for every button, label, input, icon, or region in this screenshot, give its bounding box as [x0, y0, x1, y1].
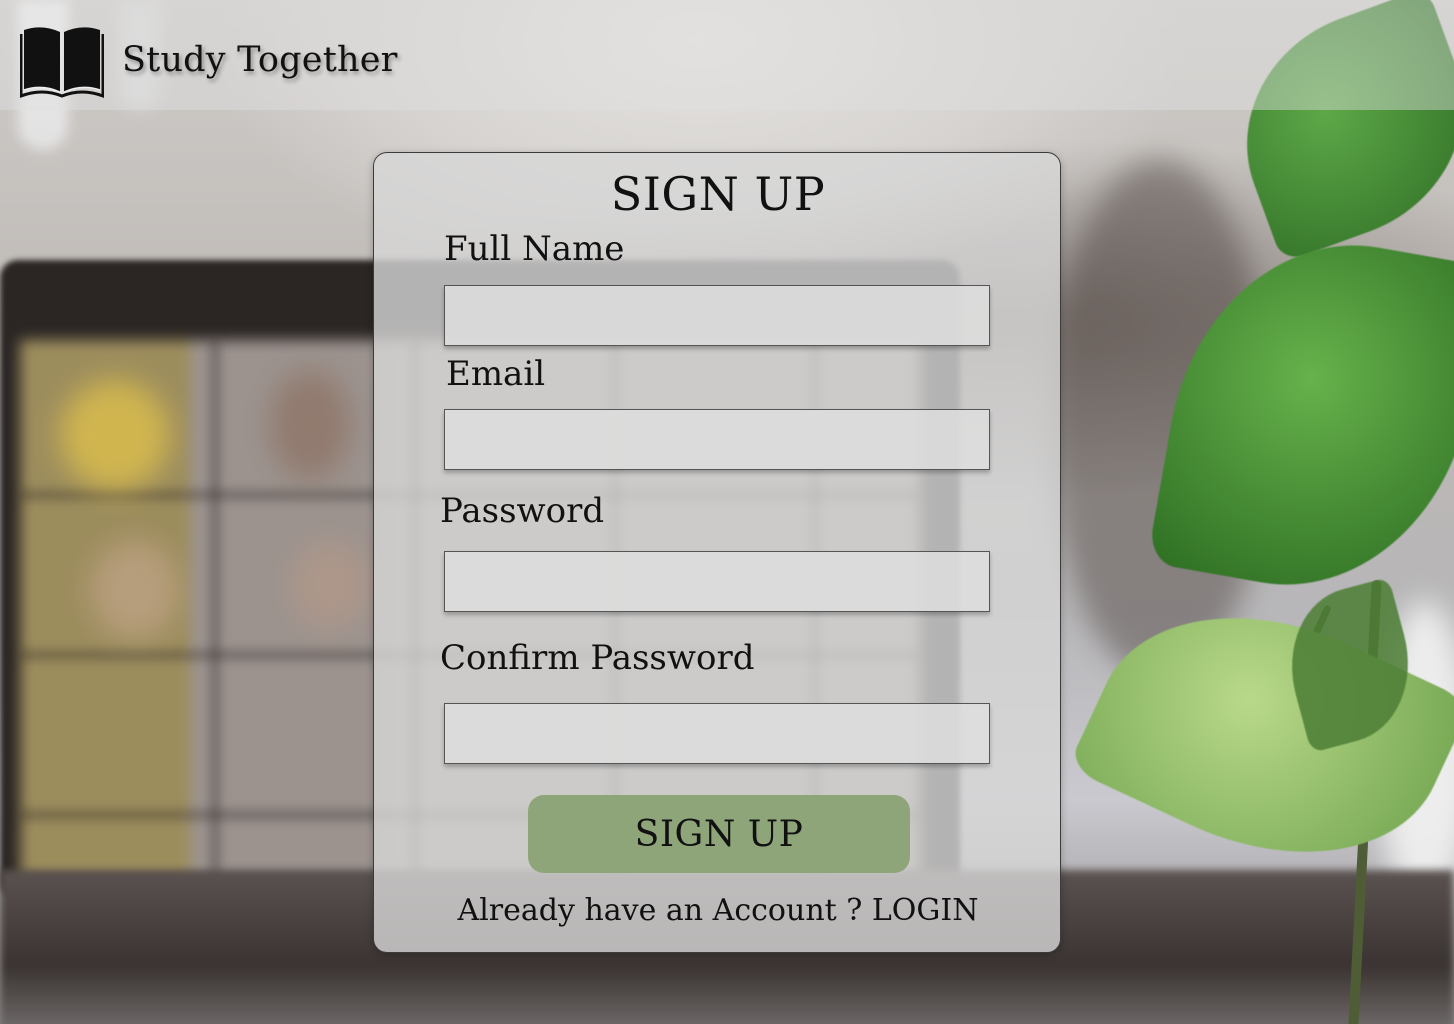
brand-title: Study Together [122, 40, 398, 80]
background-blur [290, 540, 370, 630]
full-name-label: Full Name [444, 229, 625, 269]
full-name-input[interactable] [444, 285, 990, 346]
signup-button[interactable]: SIGN UP [528, 795, 910, 873]
email-input[interactable] [444, 409, 990, 470]
background-blur [270, 370, 350, 480]
brand[interactable]: Study Together [20, 22, 398, 98]
password-label: Password [440, 491, 605, 531]
login-prompt: Already have an Account ? LOGIN [374, 893, 1062, 928]
background-blur [60, 380, 170, 490]
password-input[interactable] [444, 551, 990, 612]
confirm-password-input[interactable] [444, 703, 990, 764]
login-link[interactable]: LOGIN [872, 893, 979, 928]
email-label: Email [446, 354, 546, 394]
confirm-password-label: Confirm Password [440, 638, 755, 678]
background-blur [90, 540, 180, 640]
signup-card: SIGN UP Full Name Email Password Confirm… [373, 152, 1061, 953]
form-title: SIGN UP [610, 167, 826, 221]
top-header: Study Together [0, 0, 1454, 110]
login-prompt-text: Already have an Account ? [457, 893, 872, 928]
open-book-icon [20, 27, 104, 98]
